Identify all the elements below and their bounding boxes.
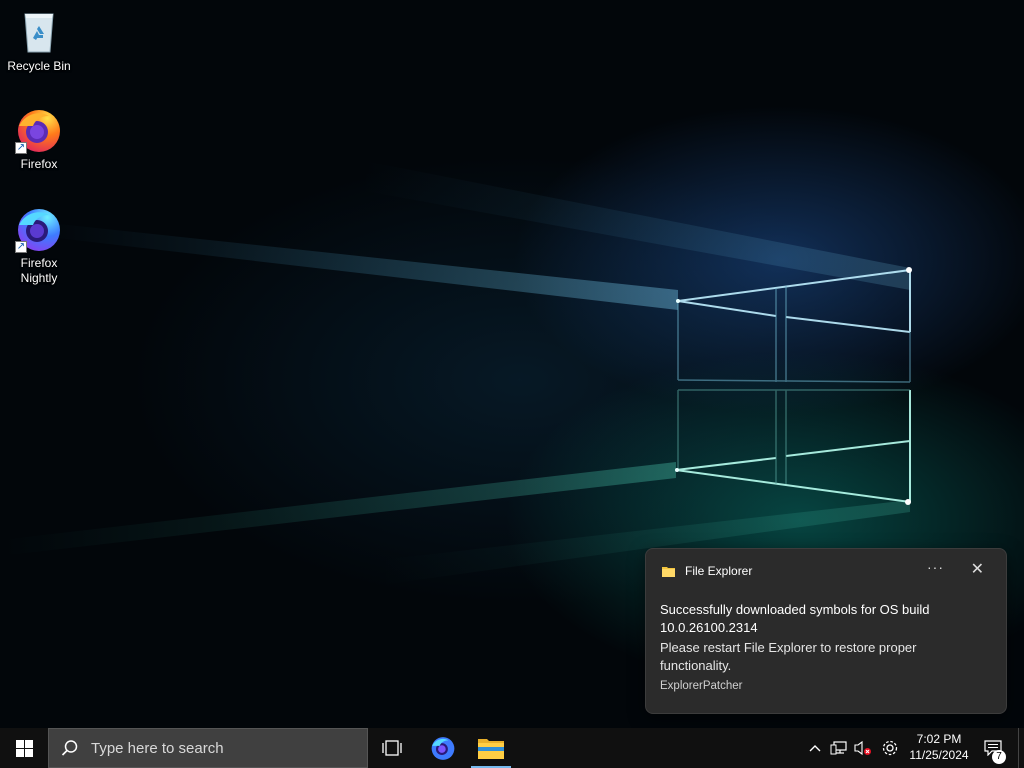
desktop-icon-label: Firefox Nightly xyxy=(20,256,58,285)
start-button[interactable] xyxy=(0,728,48,768)
toast-attribution: ExplorerPatcher xyxy=(660,680,743,692)
search-icon xyxy=(61,740,78,756)
volume-muted-icon xyxy=(854,740,871,756)
desktop-icon-firefox-nightly[interactable]: ↗ Firefox Nightly xyxy=(1,205,77,286)
file-explorer-icon xyxy=(478,739,504,759)
clock-date: 11/25/2024 xyxy=(909,748,969,762)
firefox-nightly-icon xyxy=(431,737,455,760)
notification-toast[interactable]: File Explorer ··· ✕ Successfully downloa… xyxy=(645,548,1007,714)
firefox-icon: ↗ xyxy=(15,106,63,154)
toast-body: Please restart File Explorer to restore … xyxy=(660,640,917,673)
more-options-icon[interactable]: ··· xyxy=(927,559,944,575)
toast-app-name: File Explorer xyxy=(685,564,753,578)
toast-title: Successfully downloaded symbols for OS b… xyxy=(660,602,930,635)
task-view-icon xyxy=(382,740,402,756)
network-button[interactable] xyxy=(828,728,850,768)
show-hidden-icons-button[interactable] xyxy=(804,728,826,768)
settings-button[interactable] xyxy=(878,728,902,768)
desktop-icon-firefox[interactable]: ↗ Firefox xyxy=(1,106,77,172)
taskbar-search-box[interactable] xyxy=(48,728,368,768)
notification-count-badge: 7 xyxy=(992,750,1006,764)
taskbar: 7:02 PM 11/25/2024 7 xyxy=(0,728,1024,768)
search-input[interactable] xyxy=(89,738,353,758)
show-desktop-button[interactable] xyxy=(1018,728,1024,768)
close-icon[interactable]: ✕ xyxy=(971,559,984,579)
recycle-bin-icon xyxy=(15,8,63,56)
action-center-button[interactable]: 7 xyxy=(978,728,1008,768)
chevron-up-icon xyxy=(809,745,821,752)
desktop-icon-label: Recycle Bin xyxy=(7,59,71,73)
taskbar-clock[interactable]: 7:02 PM 11/25/2024 xyxy=(905,731,973,763)
clock-time: 7:02 PM xyxy=(916,732,962,746)
shortcut-arrow-icon: ↗ xyxy=(15,241,27,253)
network-icon xyxy=(830,741,847,755)
taskbar-firefox-nightly[interactable] xyxy=(419,728,467,768)
folder-icon xyxy=(662,566,675,577)
firefox-nightly-icon: ↗ xyxy=(15,205,63,253)
volume-button[interactable] xyxy=(852,728,874,768)
shortcut-arrow-icon: ↗ xyxy=(15,142,27,154)
desktop-icon-label: Firefox xyxy=(20,157,58,171)
toast-header: File Explorer ··· ✕ xyxy=(662,559,994,579)
task-view-button[interactable] xyxy=(368,728,416,768)
settings-icon xyxy=(882,740,898,756)
taskbar-file-explorer[interactable] xyxy=(467,728,515,768)
windows-logo-icon xyxy=(15,739,33,757)
desktop-icon-recycle-bin[interactable]: Recycle Bin xyxy=(1,8,77,74)
